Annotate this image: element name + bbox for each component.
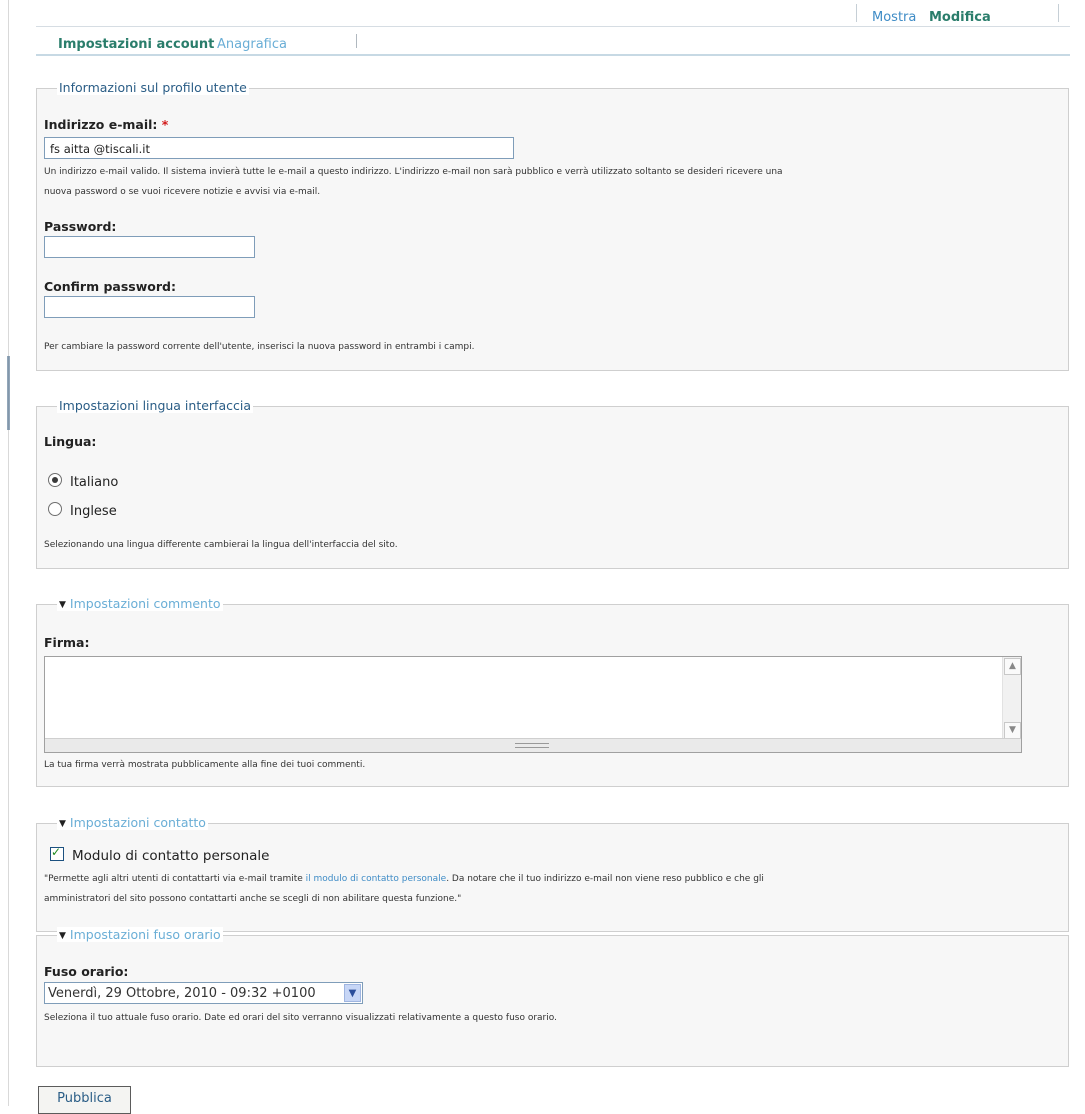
fieldset-timezone: ▼ Impostazioni fuso orario Fuso orario: V…: [36, 927, 1069, 1067]
contact-form-checkbox[interactable]: ✓: [50, 845, 64, 861]
password-label: Password:: [44, 219, 117, 234]
signature-textarea[interactable]: ▲ ▼: [44, 656, 1022, 753]
email-help-line-1: Un indirizzo e-mail valido. Il sistema i…: [44, 167, 783, 177]
timezone-select-value: Venerdì, 29 Ottobre, 2010 - 09:32 +0100: [48, 986, 316, 1001]
tab-mostra[interactable]: Mostra: [872, 10, 916, 25]
confirm-password-field[interactable]: [44, 296, 255, 318]
timezone-help: Seleziona il tuo attuale fuso orario. Da…: [44, 1013, 557, 1023]
contact-form-link[interactable]: il modulo di contatto personale: [306, 874, 447, 884]
fieldset-legend-contact-text: Impostazioni contatto: [69, 815, 206, 830]
pubblica-button[interactable]: Pubblica: [38, 1086, 131, 1114]
tab-separator: [1058, 4, 1059, 22]
scroll-down-arrow-icon[interactable]: ▼: [1004, 722, 1021, 739]
fieldset-legend-profile: Informazioni sul profilo utente: [57, 80, 249, 95]
required-marker: *: [161, 117, 169, 132]
fieldset-legend-language: Impostazioni lingua interfaccia: [57, 398, 253, 413]
fieldset-language: Impostazioni lingua interfaccia Lingua: …: [36, 398, 1069, 569]
signature-label: Firma:: [44, 635, 90, 650]
timezone-label: Fuso orario:: [44, 964, 129, 979]
tab-modifica[interactable]: Modifica: [929, 10, 991, 25]
page-left-marker: [7, 356, 10, 430]
secondary-tabs: Impostazioni account Anagrafica: [36, 30, 1070, 56]
password-help: Per cambiare la password corrente dell'u…: [44, 342, 475, 352]
scroll-up-arrow-icon[interactable]: ▲: [1004, 658, 1021, 675]
timezone-select[interactable]: Venerdì, 29 Ottobre, 2010 - 09:32 +0100 …: [44, 982, 363, 1004]
contact-form-checkbox-label: Modulo di contatto personale: [72, 848, 270, 864]
signature-help: La tua firma verrà mostrata pubblicament…: [44, 760, 366, 770]
fieldset-legend-comment[interactable]: ▼ Impostazioni commento: [57, 596, 223, 611]
collapse-triangle-icon: ▼: [59, 931, 66, 941]
contact-help-line-1: "Permette agli altri utenti di contattar…: [44, 869, 764, 889]
fieldset-legend-contact[interactable]: ▼ Impostazioni contatto: [57, 815, 208, 830]
tab-separator: [356, 34, 357, 48]
email-help-line-2: nuova password o se vuoi ricevere notizi…: [44, 187, 321, 197]
checkmark-icon: ✓: [51, 845, 62, 859]
contact-help-text-a: "Permette agli altri utenti di contattar…: [44, 874, 306, 884]
tab-anagrafica[interactable]: Anagrafica: [217, 37, 287, 52]
email-label: Indirizzo e-mail: *: [44, 117, 168, 132]
contact-help-line-2: amministratori del sito possono contatta…: [44, 894, 462, 904]
radio-option-italiano[interactable]: Italiano: [48, 473, 118, 490]
radio-label-italiano: Italiano: [70, 475, 119, 490]
radio-label-inglese: Inglese: [70, 504, 117, 519]
password-field[interactable]: [44, 236, 255, 258]
email-label-text: Indirizzo e-mail:: [44, 117, 158, 132]
radio-option-inglese[interactable]: Inglese: [48, 502, 117, 519]
textarea-resize-grip[interactable]: [45, 738, 1021, 752]
language-help: Selezionando una lingua differente cambi…: [44, 540, 398, 550]
fieldset-legend-timezone-text: Impostazioni fuso orario: [69, 927, 221, 942]
page-left-border: [8, 0, 9, 1106]
fieldset-contact: ▼ Impostazioni contatto ✓ Modulo di contat…: [36, 815, 1069, 932]
contact-help-text-b: . Da notare che il tuo indirizzo e-mail …: [446, 874, 764, 884]
fieldset-legend-comment-text: Impostazioni commento: [69, 596, 221, 611]
textarea-scrollbar[interactable]: ▲ ▼: [1002, 657, 1021, 740]
primary-tabs: Mostra Modifica: [36, 0, 1070, 27]
confirm-password-label: Confirm password:: [44, 279, 176, 294]
radio-button-checked[interactable]: [48, 473, 62, 487]
collapse-triangle-icon: ▼: [59, 819, 66, 829]
fieldset-legend-timezone[interactable]: ▼ Impostazioni fuso orario: [57, 927, 223, 942]
tab-separator: [856, 4, 857, 22]
fieldset-profile: Informazioni sul profilo utente Indirizz…: [36, 80, 1069, 371]
chevron-down-icon[interactable]: ▼: [344, 984, 361, 1002]
email-field-value: fs aitta @tiscali.it: [50, 142, 150, 156]
collapse-triangle-icon: ▼: [59, 600, 66, 610]
radio-button[interactable]: [48, 502, 62, 516]
email-field[interactable]: fs aitta @tiscali.it: [44, 137, 514, 159]
tab-impostazioni-account[interactable]: Impostazioni account: [58, 37, 214, 52]
contact-form-checkbox-row[interactable]: ✓ Modulo di contatto personale: [50, 845, 270, 864]
language-label: Lingua:: [44, 434, 97, 449]
fieldset-comment: ▼ Impostazioni commento Firma: ▲ ▼ La tua…: [36, 596, 1069, 787]
